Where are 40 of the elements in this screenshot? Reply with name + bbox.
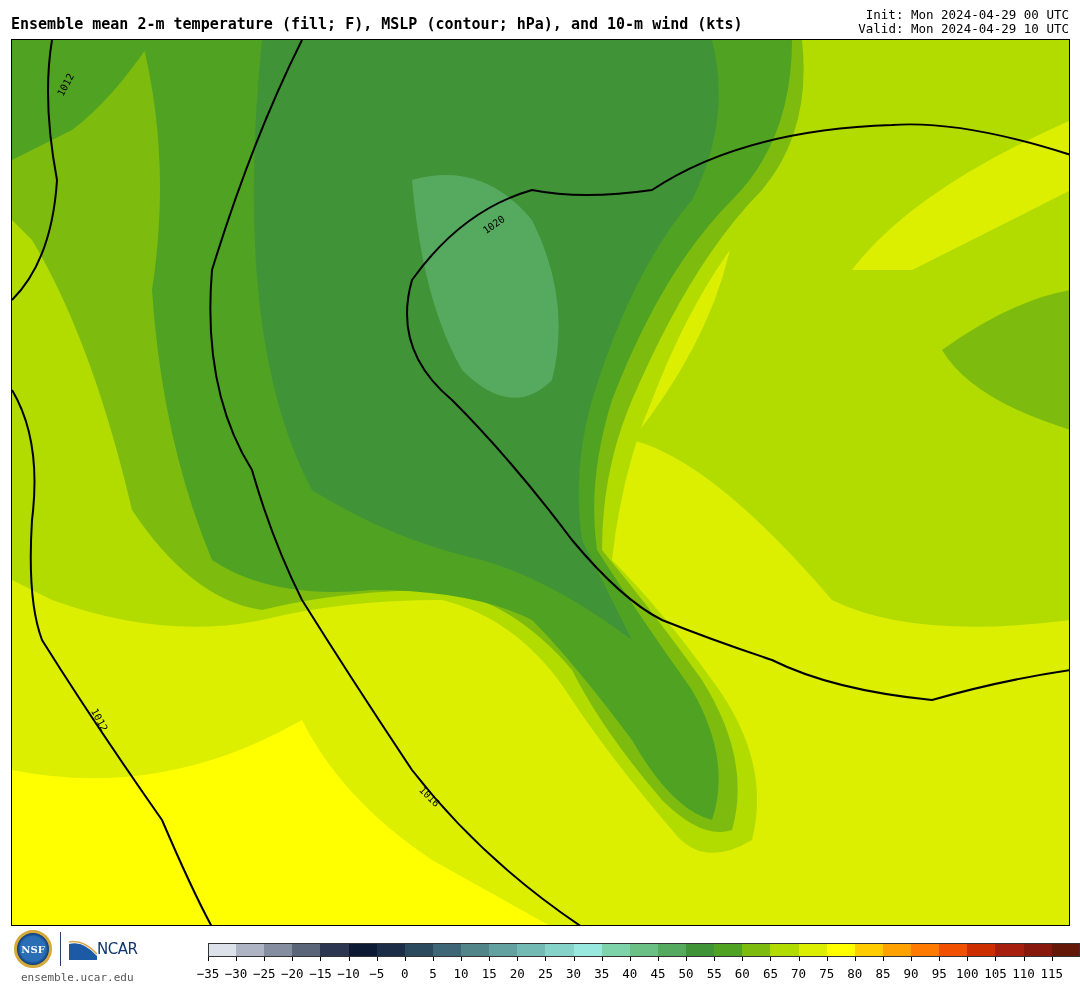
tick-label: 25 — [537, 968, 553, 981]
tick-label: 40 — [622, 968, 638, 981]
tick-label: 110 — [1012, 968, 1035, 981]
tick-label: 15 — [481, 968, 497, 981]
tick-label: 20 — [509, 968, 525, 981]
tick-label: 70 — [791, 968, 807, 981]
tick-label: 10 — [453, 968, 469, 981]
nsf-logo: NSF — [14, 930, 52, 968]
tick-label: 50 — [678, 968, 694, 981]
tick-label: 115 — [1040, 968, 1063, 981]
tick-label: 30 — [566, 968, 582, 981]
site-url: ensemble.ucar.edu — [21, 970, 135, 986]
tick-label: 80 — [847, 968, 863, 981]
tick-label: −30 — [224, 968, 248, 981]
tick-label: 100 — [956, 968, 979, 981]
tick-label: 60 — [734, 968, 750, 981]
contour-label: 1012 — [56, 72, 77, 98]
tick-label: 0 — [401, 968, 409, 981]
ncar-emblem-icon — [69, 940, 97, 961]
tick-label: −25 — [252, 968, 276, 981]
tick-label: −10 — [337, 968, 360, 981]
tick-label: −5 — [369, 968, 385, 981]
tick-label: 35 — [594, 968, 610, 981]
tick-label: 45 — [650, 968, 666, 981]
tick-label: 95 — [931, 968, 947, 981]
tick-label: −20 — [281, 968, 304, 981]
tick-label: 75 — [819, 968, 835, 981]
valid-time: Valid: Mon 2024-04-29 10 UTC — [858, 22, 1069, 36]
contour-label: 1012 — [89, 707, 110, 733]
tick-label: 105 — [984, 968, 1007, 981]
ncar-logo-text: NCAR — [97, 938, 138, 960]
tick-label: −15 — [309, 968, 332, 981]
tick-label: 85 — [875, 968, 891, 981]
chart-title: Ensemble mean 2-m temperature (fill; F), MSLP (contour; hPa), and 10-m wind (kts) — [11, 17, 743, 35]
init-time: Init: Mon 2024-04-29 00 UTC — [864, 8, 1069, 22]
tick-label: 65 — [762, 968, 778, 981]
tick-label: 5 — [429, 968, 437, 981]
tick-label: 90 — [903, 968, 919, 981]
tick-label: −35 — [196, 968, 220, 981]
tick-label: 55 — [706, 968, 722, 981]
